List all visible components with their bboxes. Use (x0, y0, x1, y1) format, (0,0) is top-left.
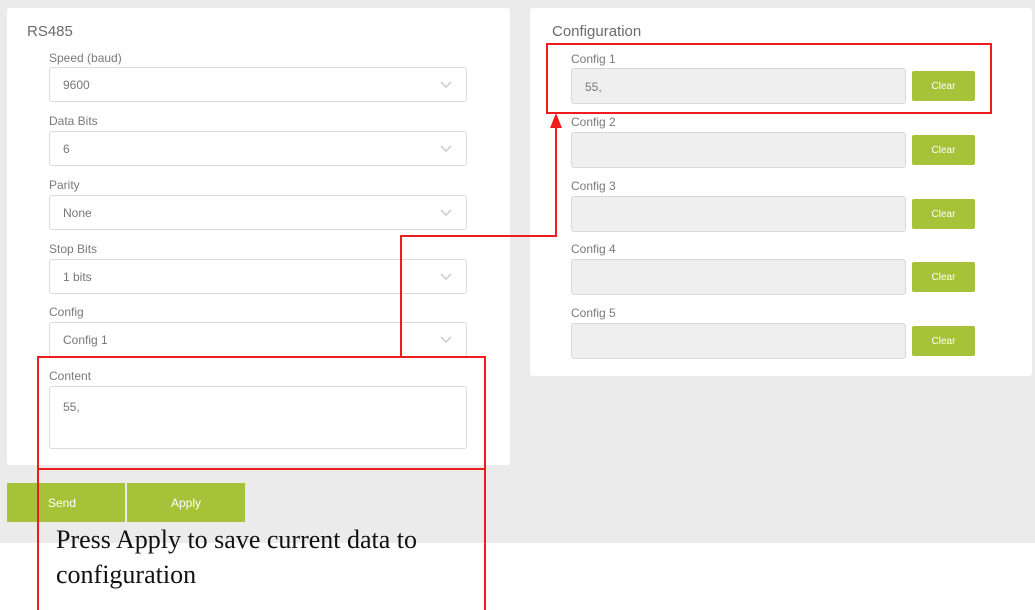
stop-bits-label: Stop Bits (49, 242, 98, 256)
chevron-down-icon (440, 273, 452, 280)
chevron-down-icon (440, 145, 452, 152)
chevron-down-icon (440, 209, 452, 216)
speed-select[interactable]: 9600 (49, 67, 467, 102)
config-4-field[interactable] (571, 259, 906, 295)
data-bits-label: Data Bits (49, 114, 98, 128)
config-5-field[interactable] (571, 323, 906, 359)
apply-callout-top-border (37, 468, 486, 470)
config-select[interactable]: Config 1 (49, 322, 467, 357)
content-highlight-box (37, 356, 486, 470)
parity-label: Parity (49, 178, 80, 192)
rs485-title: RS485 (27, 23, 73, 40)
apply-button[interactable]: Apply (127, 483, 245, 522)
parity-value: None (63, 206, 92, 220)
config-2-label: Config 2 (571, 115, 616, 129)
chevron-down-icon (440, 81, 452, 88)
config-3-label: Config 3 (571, 179, 616, 193)
annotation-text: Press Apply to save current data to conf… (56, 525, 418, 589)
data-bits-value: 6 (63, 142, 70, 156)
speed-value: 9600 (63, 78, 90, 92)
config-2-clear-button[interactable]: Clear (912, 135, 975, 165)
config-3-clear-button[interactable]: Clear (912, 199, 975, 229)
config-value: Config 1 (63, 333, 108, 347)
configuration-title: Configuration (552, 23, 642, 40)
stop-bits-select[interactable]: 1 bits (49, 259, 467, 294)
speed-label: Speed (baud) (49, 51, 122, 65)
apply-callout-left-border (37, 468, 39, 610)
data-bits-select[interactable]: 6 (49, 131, 467, 166)
send-button[interactable]: Send (7, 483, 125, 522)
apply-callout-right-border (484, 468, 486, 610)
parity-select[interactable]: None (49, 195, 467, 230)
stop-bits-value: 1 bits (63, 270, 92, 284)
config-4-clear-button[interactable]: Clear (912, 262, 975, 292)
config-5-clear-button[interactable]: Clear (912, 326, 975, 356)
config-2-field[interactable] (571, 132, 906, 168)
config-1-highlight-box (546, 43, 992, 114)
config-label: Config (49, 305, 84, 319)
chevron-down-icon (440, 336, 452, 343)
config-4-label: Config 4 (571, 242, 616, 256)
config-5-label: Config 5 (571, 306, 616, 320)
config-3-field[interactable] (571, 196, 906, 232)
